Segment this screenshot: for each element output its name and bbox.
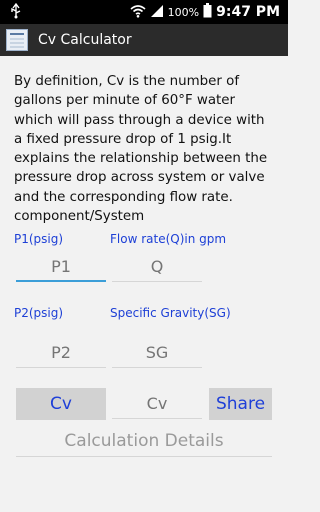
- flow-rate-label: Flow rate(Q)in gpm: [110, 232, 227, 246]
- calculate-cv-button[interactable]: Cv: [16, 388, 106, 420]
- usb-icon: [8, 2, 24, 19]
- action-bar: Cv Calculator: [0, 24, 288, 56]
- cv-result-field[interactable]: [112, 389, 202, 419]
- calculation-details-button[interactable]: Calculation Details: [16, 425, 272, 457]
- app-icon: [6, 29, 28, 51]
- p1-label: P1(psig): [14, 232, 64, 246]
- signal-icon: [150, 4, 164, 21]
- clock: 9:47 PM: [216, 4, 280, 20]
- p1-input[interactable]: [16, 252, 106, 282]
- battery-percent: 100%: [167, 5, 200, 19]
- share-button[interactable]: Share: [209, 388, 272, 420]
- p2-label: P2(psig): [14, 306, 64, 320]
- flow-rate-input[interactable]: [112, 252, 202, 282]
- battery-icon: [203, 3, 212, 21]
- p2-input[interactable]: [16, 338, 106, 368]
- specific-gravity-label: Specific Gravity(SG): [110, 306, 231, 320]
- description-text: By definition, Cv is the number of gallo…: [14, 74, 268, 225]
- wifi-icon: [130, 4, 146, 21]
- specific-gravity-input[interactable]: [112, 338, 202, 368]
- app-title: Cv Calculator: [38, 32, 132, 48]
- status-bar: 100% 9:47 PM: [0, 0, 288, 24]
